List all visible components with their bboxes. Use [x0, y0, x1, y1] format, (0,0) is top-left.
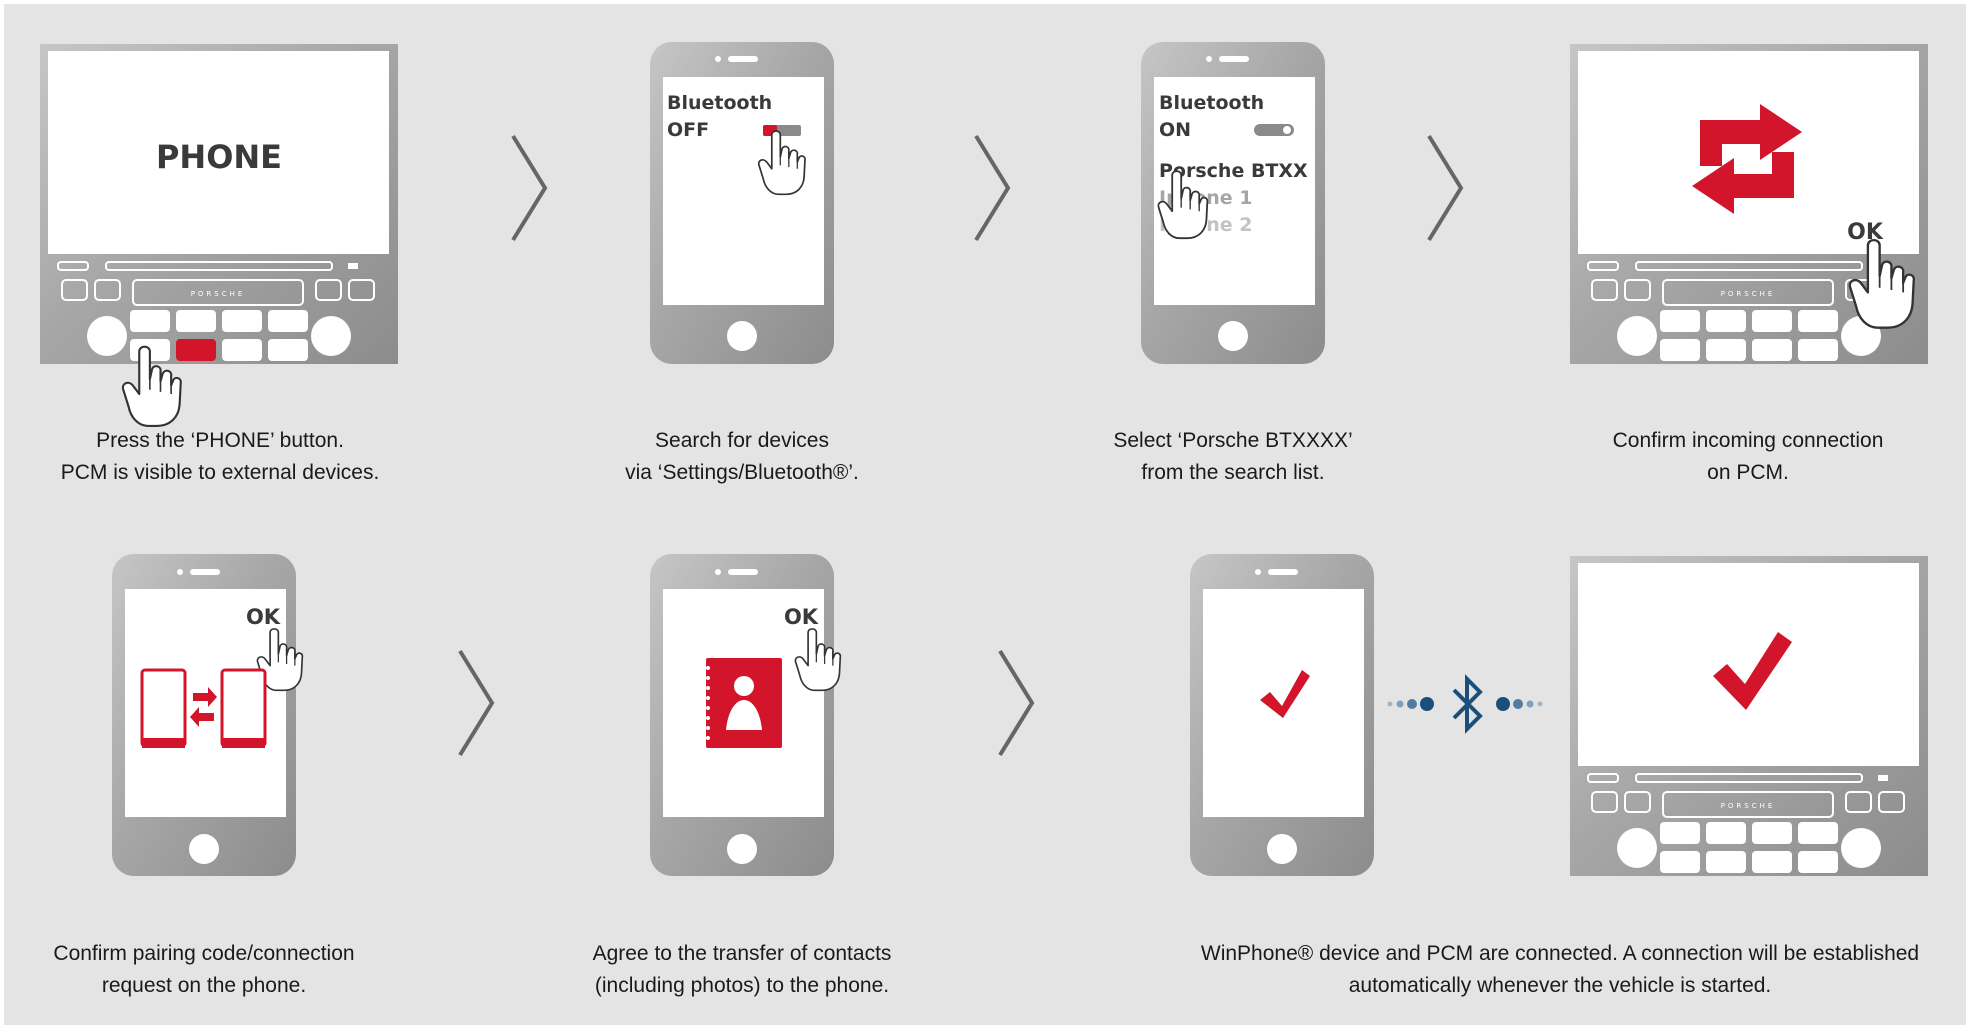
- svg-text:Bluetooth: Bluetooth: [1159, 92, 1264, 114]
- step6-phone: OK: [650, 554, 842, 876]
- pcm-brand-badge: PORSCHE: [191, 290, 246, 298]
- svg-text:PORSCHE: PORSCHE: [1721, 290, 1776, 298]
- chevron-right-icon: [998, 649, 1034, 757]
- step3-phone: Bluetooth ON Porsche BTXX Iphone 1 Iphon…: [1141, 42, 1325, 364]
- step7-caption: WinPhone® device and PCM are connected. …: [1200, 942, 1920, 997]
- step3-caption: Select ‘Porsche BTXXXX’ from the search l…: [1113, 429, 1353, 484]
- phone-screen-label: PHONE: [156, 138, 282, 176]
- step6-caption: Agree to the transfer of contacts (includ…: [592, 942, 892, 997]
- step7-pcm-unit: PORSCHE: [1570, 556, 1928, 876]
- chevron-right-icon: [1427, 134, 1463, 242]
- step4-caption: Confirm incoming connection on PCM.: [1612, 429, 1884, 484]
- step4-pcm-unit: OK PORSCHE: [1570, 44, 1928, 364]
- step1-caption: Press the ‘PHONE’ button. PCM is visible …: [60, 429, 380, 484]
- svg-text:PORSCHE: PORSCHE: [1721, 802, 1776, 810]
- ok-label: OK: [246, 605, 281, 629]
- step5-phone: OK: [112, 554, 304, 876]
- step7-phone: [1190, 554, 1374, 876]
- step2-phone: Bluetooth OFF: [650, 42, 834, 364]
- chevron-right-icon: [511, 134, 547, 242]
- svg-text:OFF: OFF: [667, 119, 709, 141]
- pairing-diagram: PHONE PORSCHE Bluetooth OFF Bluetooth ON…: [40, 42, 1928, 876]
- ok-label: OK: [784, 605, 819, 629]
- chevron-right-icon: [974, 134, 1010, 242]
- bluetooth-icon: [1452, 674, 1483, 734]
- bluetooth-link: [1387, 674, 1543, 734]
- phone-button: [176, 339, 216, 361]
- step5-caption: Confirm pairing code/connection request o…: [53, 942, 355, 997]
- svg-text:ON: ON: [1159, 119, 1191, 141]
- step1-pcm-unit: PHONE PORSCHE: [40, 44, 398, 427]
- step2-caption: Search for devices via ‘Settings/Bluetoot…: [625, 429, 859, 484]
- chevron-right-icon: [458, 649, 494, 757]
- contacts-book-icon: [706, 658, 782, 748]
- svg-text:Bluetooth: Bluetooth: [667, 92, 772, 114]
